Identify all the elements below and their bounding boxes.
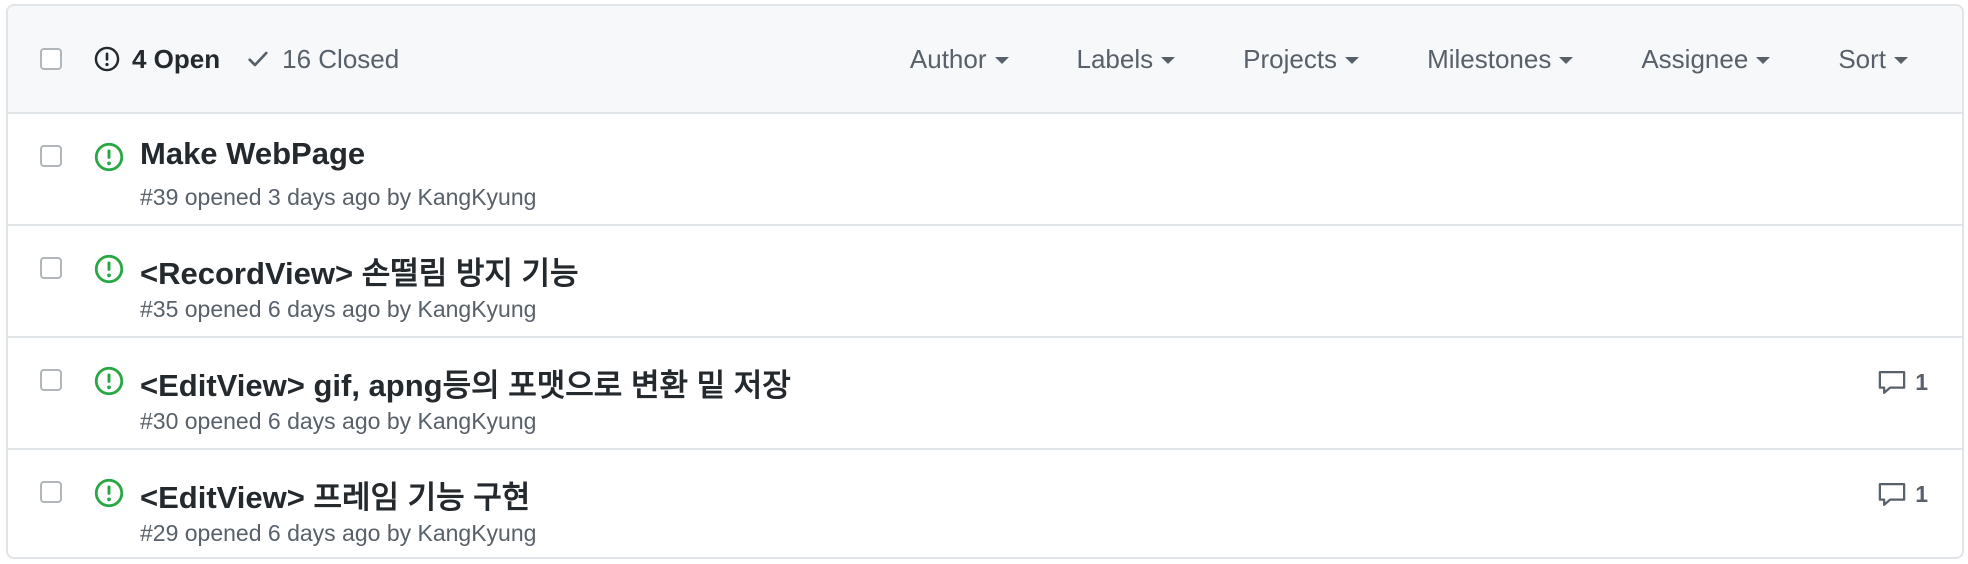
- assignee-filter[interactable]: Assignee: [1641, 43, 1771, 75]
- issue-meta: #39 opened 3 days ago by KangKyung: [140, 184, 537, 210]
- issue-title-link[interactable]: Make WebPage: [140, 136, 365, 172]
- issue-title-link[interactable]: <EditView> 프레임 기능 구현: [140, 472, 530, 517]
- assignee-filter-label: Assignee: [1641, 43, 1749, 74]
- milestones-filter[interactable]: Milestones: [1427, 43, 1574, 75]
- closed-count-label: 16 Closed: [282, 43, 400, 74]
- comments-link[interactable]: 1: [1877, 480, 1928, 508]
- issue-title-link[interactable]: <RecordView> 손떨림 방지 기능: [140, 248, 579, 293]
- issue-meta: #29 opened 6 days ago by KangKyung: [140, 520, 537, 546]
- issues-list-header: 4 Open 16 Closed Author Labels Projects …: [8, 6, 1962, 114]
- comment-icon: [1878, 482, 1906, 506]
- issue-checkbox[interactable]: [40, 481, 62, 503]
- milestones-filter-label: Milestones: [1427, 43, 1552, 74]
- select-all-checkbox[interactable]: [40, 48, 62, 70]
- comment-icon: [1878, 370, 1906, 394]
- issue-opened-icon: [94, 366, 124, 396]
- chevron-down-icon: [1161, 57, 1176, 64]
- issue-title-link[interactable]: <EditView> gif, apng등의 포맷으로 변환 밑 저장: [140, 360, 791, 405]
- open-count-label: 4 Open: [132, 43, 221, 74]
- issue-checkbox[interactable]: [40, 257, 62, 279]
- chevron-down-icon: [994, 57, 1009, 64]
- filter-menu-bar: Author Labels Projects Milestones Assign…: [910, 6, 1908, 112]
- comment-count: 1: [1915, 368, 1928, 395]
- issue-row: <EditView> gif, apng등의 포맷으로 변환 밑 저장 #30 …: [8, 338, 1962, 450]
- issue-opened-icon: [94, 142, 124, 172]
- projects-filter-label: Projects: [1243, 43, 1338, 74]
- issue-opened-icon: [94, 254, 124, 284]
- comments-link[interactable]: 1: [1877, 368, 1928, 396]
- issue-opened-icon: [94, 46, 120, 72]
- chevron-down-icon: [1345, 57, 1360, 64]
- closed-issues-tab[interactable]: 16 Closed: [246, 44, 399, 75]
- issue-row: Make WebPage #39 opened 3 days ago by Ka…: [8, 114, 1962, 226]
- sort-filter-label: Sort: [1838, 43, 1886, 74]
- open-issues-tab[interactable]: 4 Open: [94, 44, 220, 75]
- issue-checkbox[interactable]: [40, 145, 62, 167]
- issue-row: <EditView> 프레임 기능 구현 #29 opened 6 days a…: [8, 450, 1962, 557]
- chevron-down-icon: [1756, 57, 1771, 64]
- issue-meta: #35 opened 6 days ago by KangKyung: [140, 296, 537, 322]
- issue-meta: #30 opened 6 days ago by KangKyung: [140, 408, 537, 434]
- issue-state-toggle: 4 Open 16 Closed: [94, 6, 399, 112]
- sort-filter[interactable]: Sort: [1838, 44, 1908, 75]
- comment-count: 1: [1915, 480, 1928, 507]
- issues-list-box: 4 Open 16 Closed Author Labels Projects …: [6, 4, 1964, 559]
- labels-filter[interactable]: Labels: [1077, 44, 1176, 75]
- chevron-down-icon: [1894, 57, 1908, 64]
- projects-filter[interactable]: Projects: [1243, 43, 1360, 75]
- issue-row: <RecordView> 손떨림 방지 기능 #35 opened 6 days…: [8, 226, 1962, 338]
- author-filter[interactable]: Author: [910, 44, 1009, 75]
- chevron-down-icon: [1559, 57, 1574, 64]
- labels-filter-label: Labels: [1076, 43, 1154, 74]
- check-icon: [248, 51, 268, 67]
- author-filter-label: Author: [909, 43, 987, 74]
- issue-opened-icon: [94, 478, 124, 508]
- issue-checkbox[interactable]: [40, 369, 62, 391]
